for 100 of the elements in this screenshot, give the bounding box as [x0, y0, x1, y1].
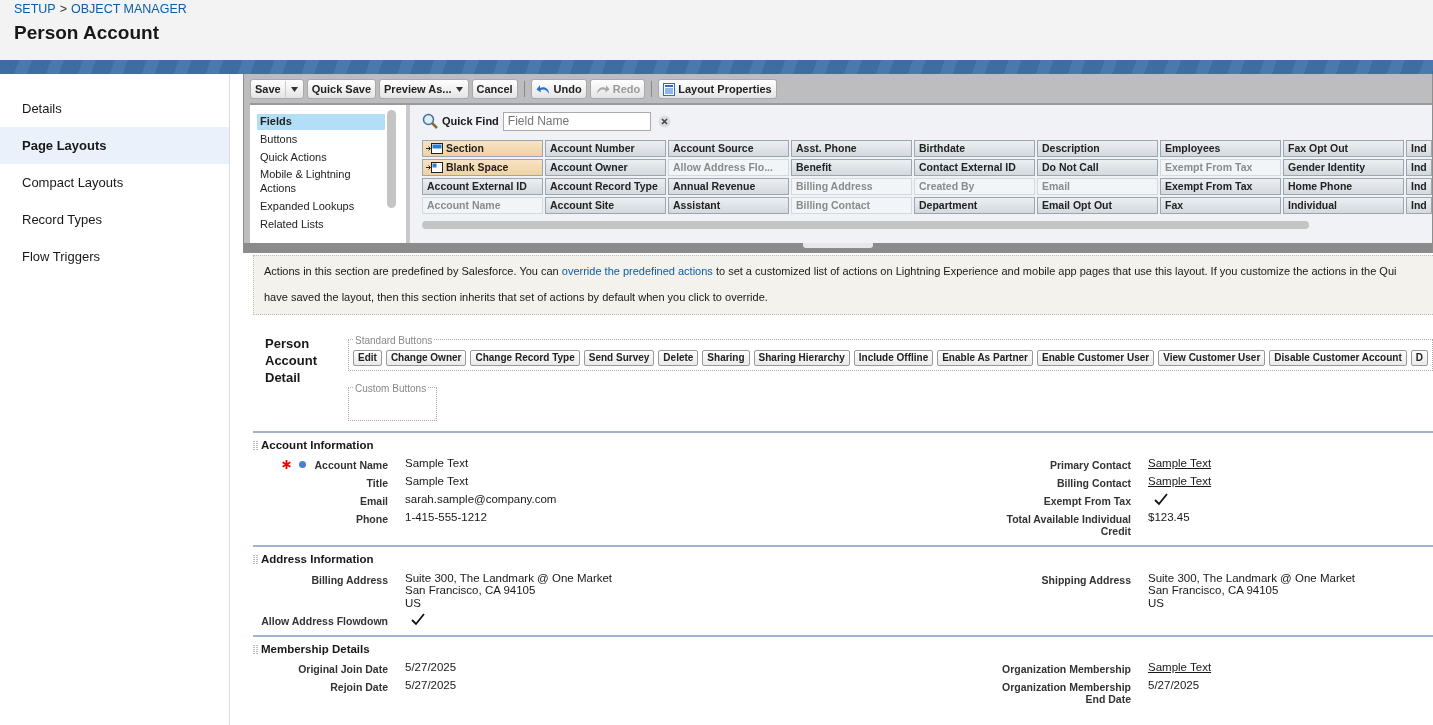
action-button[interactable]: Change Record Type [470, 350, 580, 366]
section-title: Account Information [261, 438, 374, 453]
clear-icon [657, 114, 671, 128]
toolbar-button[interactable]: Quick Save [306, 79, 377, 99]
palette-category[interactable]: Mobile & Lightning Actions [257, 167, 385, 197]
scrollbar-thumb[interactable] [387, 110, 396, 208]
field-value: Suite 300, The Landmark @ One Market San Francisco, CA 94105 US [1148, 571, 1357, 609]
palette-field[interactable]: Ind [1406, 197, 1432, 214]
blank-space-icon [426, 162, 443, 173]
section-title: Address Information [261, 552, 374, 568]
toolbar-button[interactable]: Undo [530, 79, 587, 99]
sidebar-item[interactable]: Flow Triggers [0, 238, 229, 275]
scrollbar-thumb[interactable] [422, 221, 1309, 229]
action-button[interactable]: Include Offline [853, 350, 934, 366]
palette-field[interactable]: Account Site [545, 197, 666, 214]
palette-field[interactable]: Employees [1160, 140, 1281, 157]
palette-field[interactable]: Ind [1406, 140, 1432, 157]
palette-field[interactable]: Account Source [668, 140, 789, 157]
action-button[interactable]: Sharing [702, 350, 750, 366]
palette-field[interactable]: Assistant [668, 197, 789, 214]
palette-field[interactable]: Home Phone [1283, 178, 1404, 195]
palette-field[interactable]: Ind [1406, 159, 1432, 176]
toolbar-button[interactable]: Save [250, 79, 304, 99]
palette-field[interactable]: Email Opt Out [1037, 197, 1158, 214]
section-title: Membership Details [261, 642, 370, 657]
field-value: Sample Text [405, 457, 470, 472]
breadcrumb-separator: > [59, 1, 67, 18]
drag-handle-icon [253, 553, 258, 566]
sidebar-item[interactable]: Details [0, 90, 229, 127]
quick-find-field[interactable]: Field Name [502, 111, 651, 131]
palette-category[interactable]: Buttons [257, 131, 385, 148]
palette-field[interactable]: Exempt From Tax [1160, 178, 1281, 195]
sidebar-item[interactable]: Page Layouts [0, 127, 229, 164]
action-button[interactable]: Enable As Partner [937, 350, 1033, 366]
palette-field[interactable]: Asst. Phone [791, 140, 912, 157]
field-value: 5/27/2025 [1148, 679, 1201, 694]
breadcrumb-link[interactable]: SETUP [14, 0, 56, 19]
palette-field[interactable]: Blank Space [422, 159, 543, 176]
toolbar-button[interactable]: Cancel [471, 79, 518, 99]
palette-field[interactable]: Do Not Call [1037, 159, 1158, 176]
info-text: Actions in this section are predefined by Salesforce. You can override the predefined actions to set a customized list of actions on Lightning Experience and mobile app pages that use this layout. If you customize the actions in the Qui have saved the layout, then this section inherits that set of actions by default when you click to override. [253, 255, 1433, 315]
palette-category[interactable]: Quick Actions [257, 149, 385, 166]
field-value: 5/27/2025 [405, 679, 458, 694]
palette-field[interactable]: Annual Revenue [668, 178, 789, 195]
field-link[interactable]: Sample Text [1148, 475, 1433, 490]
toolbar-button[interactable]: Layout Properties [658, 79, 777, 99]
field-label: Exempt From Tax [1042, 495, 1131, 508]
palette-field[interactable]: Section [422, 140, 543, 157]
field-label: Billing Contact [1055, 477, 1131, 490]
action-button[interactable]: Sharing Hierarchy [753, 350, 850, 366]
field-label: Rejoin Date [329, 681, 388, 694]
field-value: 5/27/2025 [405, 661, 458, 676]
field-label: Shipping Address [1040, 573, 1131, 588]
sidebar-item[interactable]: Compact Layouts [0, 164, 229, 201]
table-icon [663, 82, 676, 96]
palette-field[interactable]: Fax Opt Out [1283, 140, 1404, 157]
section-icon [426, 143, 443, 154]
palette-field[interactable]: Account Record Type [545, 178, 666, 195]
palette-field[interactable]: Account Number [545, 140, 666, 157]
field-link[interactable]: Sample Text [1148, 661, 1433, 676]
field-label: Original Join Date [297, 663, 388, 676]
palette-category[interactable]: Fields [257, 114, 385, 130]
palette-field[interactable]: Account Owner [545, 159, 666, 176]
field-link[interactable]: Sample Text [1148, 457, 1433, 472]
palette-field[interactable]: Ind [1406, 178, 1432, 195]
caret-icon [454, 84, 464, 94]
palette-field[interactable]: Contact External ID [914, 159, 1035, 176]
palette-field[interactable]: Individual [1283, 197, 1404, 214]
field-label: Account Name [314, 459, 388, 472]
palette-category[interactable]: Related Lists [257, 216, 385, 233]
action-button[interactable]: Send Survey [583, 350, 655, 366]
quick-find-label: Quick Find [442, 113, 499, 129]
override-link[interactable]: override the predefined actions [561, 265, 713, 277]
toolbar-button[interactable]: Preview As... [379, 79, 469, 99]
palette-field[interactable]: Gender Identity [1283, 159, 1404, 176]
palette-field[interactable]: Department [914, 197, 1035, 214]
resize-handle[interactable] [803, 243, 873, 248]
field-label: Billing Address [310, 573, 388, 588]
action-button[interactable]: Delete [658, 350, 699, 366]
action-button[interactable]: Disable Customer Account [1269, 350, 1407, 366]
palette-category[interactable]: Expanded Lookups [257, 198, 385, 215]
field-value: $123.45 [1148, 511, 1191, 526]
palette-field[interactable]: Fax [1160, 197, 1281, 214]
palette-field[interactable]: Benefit [791, 159, 912, 176]
action-button[interactable]: Enable Customer User [1037, 350, 1155, 366]
field-label: Total Available Individual Credit [1005, 513, 1131, 538]
breadcrumb-link[interactable]: OBJECT MANAGER [71, 0, 187, 19]
section-title: Person Account Detail [265, 335, 318, 387]
action-button[interactable]: Edit [353, 350, 382, 366]
action-button[interactable]: Change Owner [385, 350, 467, 366]
field-value: sarah.sample@company.com [405, 493, 558, 508]
action-button[interactable]: View Customer User [1158, 350, 1266, 366]
sidebar-item[interactable]: Record Types [0, 201, 229, 238]
redo-arrow-icon [594, 83, 610, 95]
palette-field[interactable]: Account External ID [422, 178, 543, 195]
palette-field[interactable]: Birthdate [914, 140, 1035, 157]
field-value: 1-415-555-1212 [405, 511, 488, 526]
action-button[interactable]: D [1410, 350, 1428, 366]
palette-field[interactable]: Description [1037, 140, 1158, 157]
field-label: Organization Membership [1001, 663, 1131, 676]
